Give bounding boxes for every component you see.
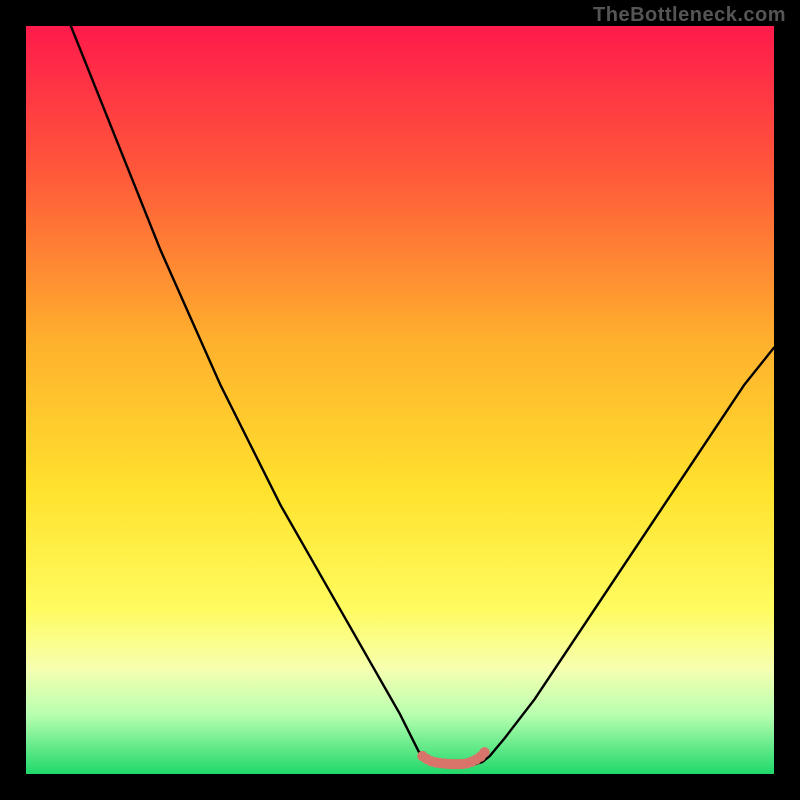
- plot-svg: [26, 26, 774, 774]
- marker-dot: [479, 747, 489, 757]
- optimal-region-markers: [417, 747, 489, 769]
- plot-area: [26, 26, 774, 774]
- watermark-text: TheBottleneck.com: [593, 4, 786, 27]
- bottleneck-curve: [26, 26, 774, 764]
- chart-frame: TheBottleneck.com: [0, 0, 800, 800]
